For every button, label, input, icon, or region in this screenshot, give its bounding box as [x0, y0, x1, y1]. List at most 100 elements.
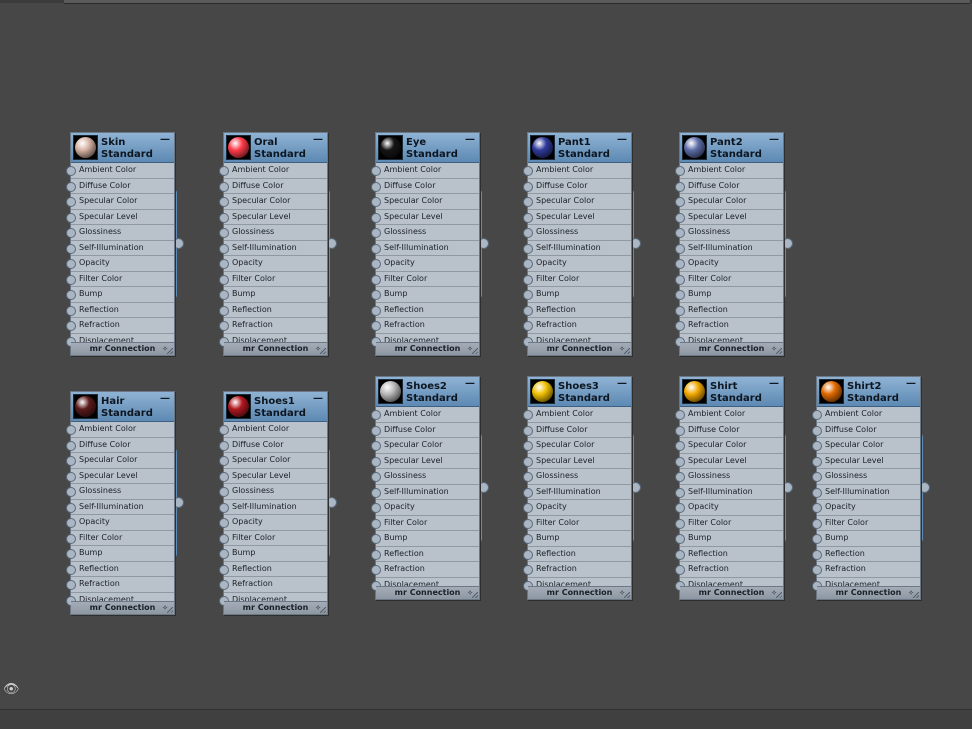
input-socket[interactable] [66, 456, 76, 466]
input-slot[interactable]: Specular Color [66, 453, 174, 469]
input-socket[interactable] [66, 259, 76, 269]
input-socket[interactable] [675, 565, 685, 575]
input-socket[interactable] [66, 471, 76, 482]
input-socket[interactable] [219, 487, 229, 497]
input-slot[interactable]: Opacity [371, 256, 479, 272]
resize-grip-icon[interactable] [472, 592, 478, 598]
input-socket[interactable] [371, 549, 381, 560]
input-slot[interactable]: Reflection [66, 303, 174, 318]
input-socket[interactable] [675, 166, 685, 176]
input-socket[interactable] [371, 197, 381, 207]
input-socket[interactable] [66, 321, 76, 331]
input-socket[interactable] [523, 425, 533, 436]
input-slot[interactable]: Opacity [66, 256, 174, 272]
input-slot[interactable]: Self-Illumination [371, 241, 479, 256]
input-slot[interactable]: Filter Color [523, 272, 631, 287]
input-slot[interactable]: Opacity [371, 500, 479, 516]
input-slot[interactable]: Specular Level [812, 454, 920, 469]
input-socket[interactable] [523, 243, 533, 254]
input-socket[interactable] [523, 456, 533, 467]
input-slot[interactable]: Glossiness [66, 225, 174, 241]
input-slot[interactable]: Refraction [812, 562, 920, 578]
input-socket[interactable] [371, 212, 381, 223]
input-socket[interactable] [66, 502, 76, 513]
input-socket[interactable] [371, 181, 381, 192]
input-slot[interactable]: Specular Level [66, 210, 174, 225]
input-socket[interactable] [219, 259, 229, 269]
input-slot[interactable]: Self-Illumination [675, 485, 783, 500]
resize-grip-icon[interactable] [776, 592, 782, 598]
input-socket[interactable] [371, 441, 381, 451]
input-socket[interactable] [219, 518, 229, 528]
input-socket[interactable] [219, 549, 229, 559]
material-node[interactable]: Shirt Standard — Ambient Color Diffuse Color… [675, 376, 793, 600]
input-socket[interactable] [675, 181, 685, 192]
input-slot[interactable]: Glossiness [675, 225, 783, 241]
input-slot[interactable]: Refraction [675, 562, 783, 578]
input-slot[interactable]: Diffuse Color [675, 423, 783, 438]
input-socket[interactable] [219, 440, 229, 451]
input-socket[interactable] [66, 440, 76, 451]
input-socket[interactable] [675, 425, 685, 436]
input-slot[interactable]: Specular Level [219, 469, 327, 484]
input-slot[interactable]: Diffuse Color [219, 179, 327, 194]
input-slot[interactable]: Bump [371, 531, 479, 547]
input-slot[interactable]: Reflection [371, 547, 479, 562]
input-slot[interactable]: Filter Color [371, 272, 479, 287]
input-slot[interactable]: Diffuse Color [219, 438, 327, 453]
mr-connection-rollout[interactable]: mr Connection ✧ [680, 342, 783, 355]
input-socket[interactable] [812, 565, 822, 575]
input-slot[interactable]: Ambient Color [219, 163, 327, 179]
input-socket[interactable] [371, 534, 381, 544]
input-slot[interactable]: Ambient Color [523, 163, 631, 179]
material-node[interactable]: Skin Standard — Ambient Color Diffuse Color S… [66, 132, 184, 356]
input-slot[interactable]: Specular Color [523, 438, 631, 454]
input-slot[interactable]: Ambient Color [66, 422, 174, 438]
node-header[interactable]: Shoes1 Standard — [224, 392, 327, 422]
input-socket[interactable] [219, 181, 229, 192]
input-socket[interactable] [66, 212, 76, 223]
collapse-icon[interactable]: — [160, 394, 170, 404]
input-slot[interactable]: Refraction [523, 318, 631, 334]
mr-connection-rollout[interactable]: mr Connection ✧ [376, 342, 479, 355]
input-socket[interactable] [812, 518, 822, 529]
input-socket[interactable] [219, 502, 229, 513]
input-slot[interactable]: Bump [523, 287, 631, 303]
input-socket[interactable] [523, 274, 533, 285]
input-socket[interactable] [675, 534, 685, 544]
node-header[interactable]: Hair Standard — [71, 392, 174, 422]
input-socket[interactable] [66, 228, 76, 238]
input-socket[interactable] [675, 243, 685, 254]
input-socket[interactable] [523, 290, 533, 300]
input-socket[interactable] [371, 259, 381, 269]
material-node[interactable]: Oral Standard — Ambient Color Diffuse Color S… [219, 132, 337, 356]
node-header[interactable]: Pant1 Standard — [528, 133, 631, 163]
input-slot[interactable]: Opacity [675, 500, 783, 516]
input-slot[interactable]: Filter Color [371, 516, 479, 531]
input-slot[interactable]: Reflection [219, 562, 327, 577]
mr-connection-rollout[interactable]: mr Connection ✧ [224, 342, 327, 355]
input-socket[interactable] [523, 181, 533, 192]
input-socket[interactable] [812, 425, 822, 436]
input-slot[interactable]: Opacity [219, 515, 327, 531]
input-socket[interactable] [812, 503, 822, 513]
input-slot[interactable]: Reflection [812, 547, 920, 562]
input-slot[interactable]: Self-Illumination [219, 241, 327, 256]
input-slot[interactable]: Opacity [675, 256, 783, 272]
input-socket[interactable] [219, 456, 229, 466]
input-slot[interactable]: Self-Illumination [371, 485, 479, 500]
input-slot[interactable]: Glossiness [219, 484, 327, 500]
input-slot[interactable]: Refraction [219, 577, 327, 593]
mr-connection-rollout[interactable]: mr Connection ✧ [376, 586, 479, 599]
mr-connection-rollout[interactable]: mr Connection ✧ [71, 601, 174, 614]
input-slot[interactable]: Specular Color [371, 438, 479, 454]
input-slot[interactable]: Glossiness [371, 469, 479, 485]
input-socket[interactable] [523, 410, 533, 420]
input-socket[interactable] [66, 305, 76, 316]
input-slot[interactable]: Self-Illumination [675, 241, 783, 256]
input-socket[interactable] [371, 565, 381, 575]
input-slot[interactable]: Glossiness [812, 469, 920, 485]
input-socket[interactable] [371, 425, 381, 436]
resize-grip-icon[interactable] [624, 592, 630, 598]
input-socket[interactable] [219, 274, 229, 285]
